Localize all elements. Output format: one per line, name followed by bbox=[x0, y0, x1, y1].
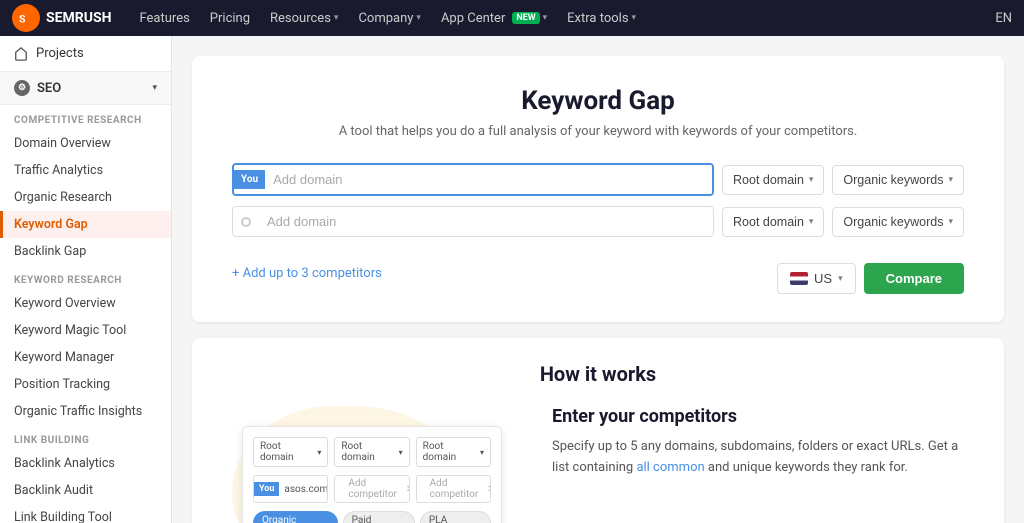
you-badge: You bbox=[234, 170, 265, 189]
chevron-down-icon: ▾ bbox=[543, 13, 548, 23]
seo-icon: ⚙ bbox=[14, 80, 30, 96]
section-title-link: LINK BUILDING bbox=[0, 425, 171, 450]
chevron-down-icon: ▾ bbox=[838, 273, 843, 284]
domain-input-wrapper-2[interactable] bbox=[232, 206, 714, 237]
page-subtitle: A tool that helps you do a full analysis… bbox=[232, 124, 964, 139]
main-layout: Projects ⚙ SEO ▾ COMPETITIVE RESEARCH Do… bbox=[0, 36, 1024, 523]
language-selector[interactable]: EN bbox=[995, 11, 1012, 26]
mini-dd-1: Root domain ▾ bbox=[253, 437, 328, 467]
main-content: Keyword Gap A tool that helps you do a f… bbox=[172, 36, 1024, 523]
chevron-down-icon: ▾ bbox=[809, 216, 814, 227]
domain-row-2: Root domain ▾ Organic keywords ▾ bbox=[232, 206, 964, 237]
top-navigation: S SEMRUSH Features Pricing Resources ▾ C… bbox=[0, 0, 1024, 36]
sidebar-item-keyword-magic[interactable]: Keyword Magic Tool bbox=[0, 317, 171, 344]
hiw-text: Enter your competitors Specify up to 5 a… bbox=[552, 406, 974, 479]
hiw-common-link[interactable]: all common bbox=[636, 460, 704, 475]
sidebar-item-backlink-analytics[interactable]: Backlink Analytics bbox=[0, 450, 171, 477]
mini-pill-paid: Paid keywords bbox=[343, 511, 415, 523]
svg-text:S: S bbox=[19, 12, 26, 25]
sidebar-item-backlink-audit[interactable]: Backlink Audit bbox=[0, 477, 171, 504]
nav-company[interactable]: Company ▾ bbox=[358, 11, 421, 26]
mini-dd-2: Root domain ▾ bbox=[334, 437, 409, 467]
keyword-type-dropdown-2[interactable]: Organic keywords ▾ bbox=[832, 207, 964, 237]
sidebar-projects[interactable]: Projects bbox=[0, 36, 171, 72]
sidebar-item-backlink-gap[interactable]: Backlink Gap bbox=[0, 238, 171, 265]
keyword-gap-card: Keyword Gap A tool that helps you do a f… bbox=[192, 56, 1004, 322]
chevron-down-icon: ▾ bbox=[948, 174, 953, 185]
mini-pill-organic: Organic keywords bbox=[253, 511, 338, 523]
page-title: Keyword Gap bbox=[232, 86, 964, 116]
compare-button[interactable]: Compare bbox=[864, 263, 964, 294]
mini-pills: Organic keywords Paid keywords PLA keywo… bbox=[253, 511, 491, 523]
how-it-works-card: How it works Root domain ▾ Root do bbox=[192, 338, 1004, 523]
domain-row-1: You Root domain ▾ Organic keywords ▾ bbox=[232, 163, 964, 196]
competitor-dot bbox=[241, 217, 251, 227]
nav-features[interactable]: Features bbox=[139, 11, 189, 26]
mini-input-2: Add competitor ✕ bbox=[334, 475, 409, 503]
domain-input-1[interactable] bbox=[265, 165, 712, 194]
sidebar-item-keyword-overview[interactable]: Keyword Overview bbox=[0, 290, 171, 317]
home-icon bbox=[14, 47, 28, 61]
hiw-title: How it works bbox=[222, 362, 974, 386]
seo-section-header[interactable]: ⚙ SEO ▾ bbox=[0, 72, 171, 105]
root-domain-dropdown-2[interactable]: Root domain ▾ bbox=[722, 207, 824, 237]
add-competitors-link[interactable]: + Add up to 3 competitors bbox=[232, 266, 382, 281]
hiw-mini-ui: Root domain ▾ Root domain ▾ Root domain … bbox=[242, 426, 502, 523]
us-flag-icon bbox=[790, 272, 808, 285]
mini-pill-pla: PLA keywords bbox=[420, 511, 491, 523]
logo[interactable]: S SEMRUSH bbox=[12, 4, 111, 32]
nav-app-center[interactable]: App Center NEW ▾ bbox=[441, 11, 547, 26]
sidebar-item-organic-research[interactable]: Organic Research bbox=[0, 184, 171, 211]
sidebar-item-position-tracking[interactable]: Position Tracking bbox=[0, 371, 171, 398]
section-title-competitive: COMPETITIVE RESEARCH bbox=[0, 105, 171, 130]
sidebar-item-organic-traffic[interactable]: Organic Traffic Insights bbox=[0, 398, 171, 425]
nav-resources[interactable]: Resources ▾ bbox=[270, 11, 338, 26]
chevron-down-icon: ▾ bbox=[416, 13, 421, 23]
mini-dd-3: Root domain ▾ bbox=[416, 437, 491, 467]
sidebar-item-link-building[interactable]: Link Building Tool bbox=[0, 504, 171, 523]
keyword-type-dropdown-1[interactable]: Organic keywords ▾ bbox=[832, 165, 964, 195]
chevron-down-icon: ▾ bbox=[632, 13, 637, 23]
country-selector[interactable]: US ▾ bbox=[777, 263, 856, 294]
chevron-down-icon: ▾ bbox=[152, 83, 157, 93]
mini-input-1: You asos.com ✕ bbox=[253, 475, 328, 503]
sidebar-item-traffic-analytics[interactable]: Traffic Analytics bbox=[0, 157, 171, 184]
sidebar-item-keyword-gap[interactable]: Keyword Gap bbox=[0, 211, 171, 238]
section-title-keyword: KEYWORD RESEARCH bbox=[0, 265, 171, 290]
hiw-content: Root domain ▾ Root domain ▾ Root domain … bbox=[222, 406, 974, 523]
mini-input-3: Add competitor ✕ bbox=[416, 475, 491, 503]
sidebar-item-keyword-manager[interactable]: Keyword Manager bbox=[0, 344, 171, 371]
root-domain-dropdown-1[interactable]: Root domain ▾ bbox=[722, 165, 824, 195]
sidebar: Projects ⚙ SEO ▾ COMPETITIVE RESEARCH Do… bbox=[0, 36, 172, 523]
domain-input-2[interactable] bbox=[259, 207, 713, 236]
hiw-section-title: Enter your competitors bbox=[552, 406, 974, 427]
compare-row: US ▾ Compare bbox=[777, 263, 964, 294]
hiw-section-text: Specify up to 5 any domains, subdomains,… bbox=[552, 437, 974, 479]
chevron-down-icon: ▾ bbox=[948, 216, 953, 227]
sidebar-item-domain-overview[interactable]: Domain Overview bbox=[0, 130, 171, 157]
hiw-illustration: Root domain ▾ Root domain ▾ Root domain … bbox=[222, 406, 522, 523]
chevron-down-icon: ▾ bbox=[809, 174, 814, 185]
domain-input-wrapper-1[interactable]: You bbox=[232, 163, 714, 196]
nav-extra-tools[interactable]: Extra tools ▾ bbox=[567, 11, 636, 26]
nav-pricing[interactable]: Pricing bbox=[210, 11, 250, 26]
chevron-down-icon: ▾ bbox=[334, 13, 339, 23]
